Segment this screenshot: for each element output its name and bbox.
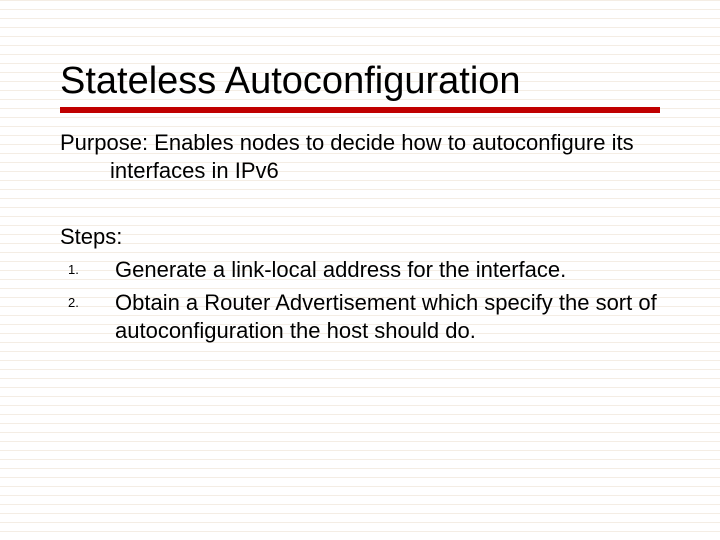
list-item: 2. Obtain a Router Advertisement which s… — [60, 289, 660, 346]
title-underline — [60, 107, 660, 113]
step-number: 2. — [60, 289, 115, 312]
list-item: 1. Generate a link-local address for the… — [60, 256, 660, 285]
step-number: 1. — [60, 256, 115, 279]
purpose-paragraph: Purpose: Enables nodes to decide how to … — [60, 129, 660, 184]
purpose-text: Purpose: Enables nodes to decide how to … — [60, 129, 660, 184]
step-text: Obtain a Router Advertisement which spec… — [115, 289, 660, 346]
slide: Stateless Autoconfiguration Purpose: Ena… — [0, 0, 720, 540]
slide-title: Stateless Autoconfiguration — [60, 60, 660, 103]
step-text: Generate a link-local address for the in… — [115, 256, 660, 285]
steps-label: Steps: — [60, 224, 660, 250]
steps-list: 1. Generate a link-local address for the… — [60, 256, 660, 346]
